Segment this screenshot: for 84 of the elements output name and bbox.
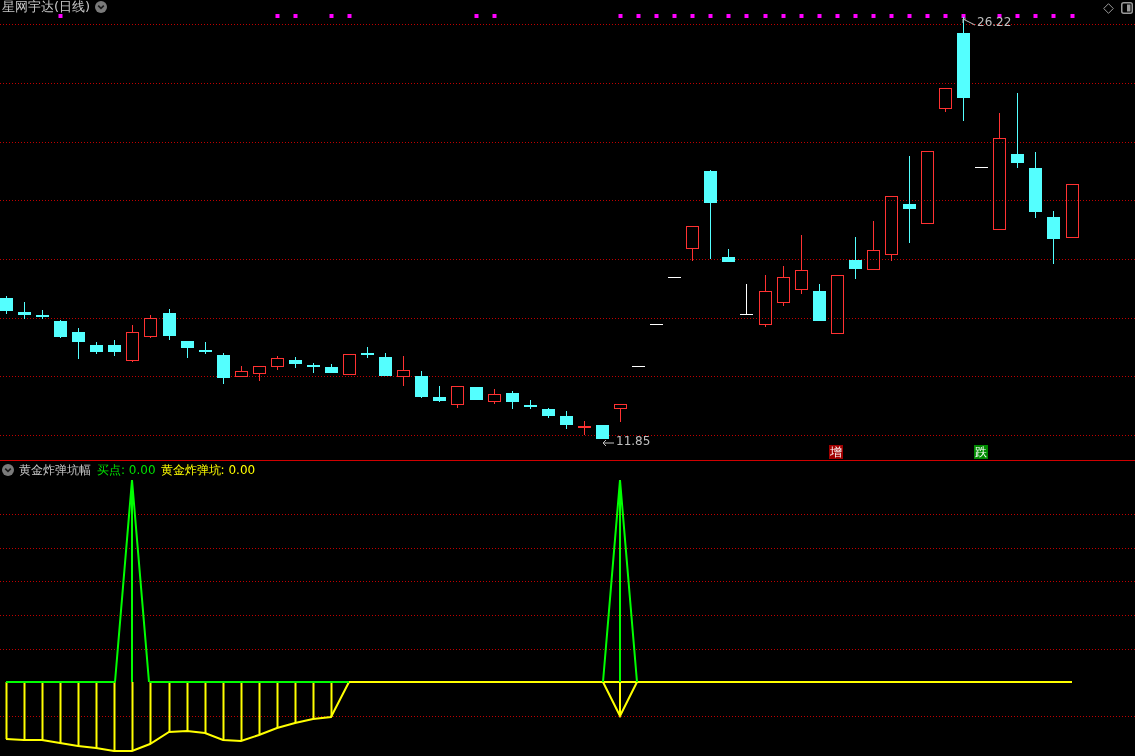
rising-candle bbox=[271, 355, 284, 371]
falling-candle bbox=[813, 283, 826, 321]
histogram-bar bbox=[5, 681, 8, 740]
falling-candle bbox=[90, 341, 103, 355]
histogram-bar bbox=[149, 681, 152, 745]
panel-toggle-icon[interactable] bbox=[1121, 2, 1133, 14]
falling-candle bbox=[307, 362, 320, 374]
falling-candle bbox=[361, 346, 374, 359]
flat-candle bbox=[739, 283, 754, 315]
histogram-bar bbox=[23, 681, 26, 741]
arrow-icon bbox=[962, 18, 976, 27]
falling-candle bbox=[72, 327, 85, 360]
histogram-bar bbox=[113, 681, 116, 752]
falling-candle bbox=[433, 385, 446, 403]
falling-candle bbox=[722, 248, 735, 262]
rising-candle bbox=[235, 365, 248, 377]
falling-candle bbox=[1029, 151, 1042, 219]
falling-candle bbox=[36, 309, 49, 320]
histogram-bar bbox=[222, 681, 225, 741]
indicator-reading: 黄金炸弹坑: 0.00 bbox=[160, 462, 256, 477]
histogram-bar bbox=[258, 681, 261, 736]
rising-candle bbox=[759, 274, 772, 328]
histogram-bar bbox=[330, 681, 333, 718]
falling-candle bbox=[379, 352, 392, 376]
histogram-bar bbox=[312, 681, 315, 720]
histogram-bar bbox=[77, 681, 80, 747]
falling-candle bbox=[217, 352, 230, 385]
histogram-bar bbox=[41, 681, 44, 741]
histogram-bar bbox=[186, 681, 189, 732]
rising-candle bbox=[397, 355, 410, 387]
falling-candle bbox=[18, 301, 31, 320]
pit-dip-marker bbox=[602, 681, 638, 719]
rising-candle bbox=[126, 324, 139, 363]
falling-candle bbox=[470, 387, 483, 400]
low-price-label: 11.85 bbox=[616, 435, 651, 448]
rising-candle bbox=[578, 420, 591, 436]
falling-candle bbox=[560, 410, 573, 430]
rising-candle bbox=[885, 196, 898, 262]
falling-candle bbox=[0, 295, 13, 315]
rising-candle bbox=[451, 386, 464, 409]
falling-candle bbox=[199, 341, 212, 355]
rising-candle bbox=[777, 265, 790, 307]
falling-candle bbox=[1047, 210, 1060, 265]
dropdown-chevron-icon[interactable] bbox=[95, 0, 108, 13]
falling-candle bbox=[506, 390, 519, 410]
diamond-icon[interactable] bbox=[1103, 2, 1114, 14]
rising-candle bbox=[939, 88, 952, 113]
signal-tag: 跌 bbox=[974, 445, 988, 459]
histogram-bar bbox=[131, 681, 134, 752]
histogram-bar bbox=[59, 681, 62, 744]
falling-candle bbox=[181, 341, 194, 359]
falling-candle bbox=[108, 339, 121, 357]
rising-candle bbox=[1066, 184, 1079, 238]
rising-candle bbox=[144, 314, 157, 339]
indicator-reading: 买点: 0.00 bbox=[97, 462, 156, 477]
falling-candle bbox=[524, 399, 537, 410]
signal-tag: 增 bbox=[829, 445, 843, 459]
falling-candle bbox=[163, 308, 176, 341]
rising-candle bbox=[614, 404, 627, 423]
indicator-name: 黄金炸弹坑幅 bbox=[19, 462, 91, 477]
rising-candle bbox=[831, 275, 844, 334]
histogram-bar bbox=[204, 681, 207, 734]
falling-candle bbox=[54, 319, 67, 339]
rising-candle bbox=[795, 234, 808, 295]
histogram-bar bbox=[294, 681, 297, 724]
histogram-bar bbox=[276, 681, 279, 729]
histogram-bar bbox=[168, 681, 171, 733]
rising-candle bbox=[343, 354, 356, 375]
histogram-bar bbox=[95, 681, 98, 749]
high-price-label: 26.22 bbox=[977, 16, 1012, 29]
rising-candle bbox=[867, 220, 880, 270]
falling-candle bbox=[289, 356, 302, 369]
rising-candle bbox=[253, 366, 266, 382]
chart-title: 星网宇达(日线) bbox=[2, 0, 91, 14]
falling-candle bbox=[542, 407, 555, 419]
arrow-icon bbox=[602, 437, 615, 446]
rising-candle bbox=[488, 388, 501, 405]
falling-candle bbox=[415, 370, 428, 399]
falling-candle bbox=[849, 236, 862, 280]
falling-candle bbox=[596, 425, 609, 439]
histogram-bar bbox=[240, 681, 243, 742]
collapse-chevron-icon[interactable] bbox=[2, 463, 14, 476]
rising-candle bbox=[686, 226, 699, 262]
falling-candle bbox=[325, 363, 338, 373]
